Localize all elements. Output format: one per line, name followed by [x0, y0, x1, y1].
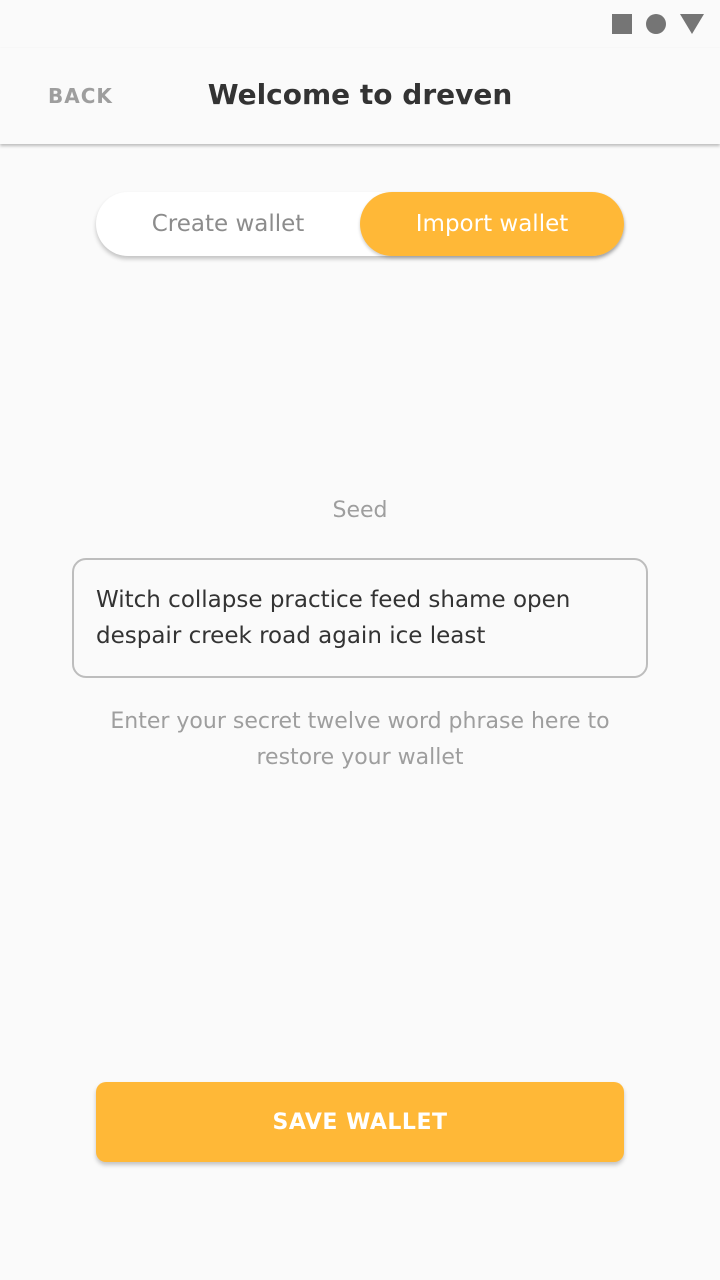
triangle-icon	[680, 14, 704, 34]
page-title: Welcome to dreven	[207, 78, 513, 111]
create-wallet-tab[interactable]: Create wallet	[96, 192, 360, 256]
app-bar: BACK Welcome to dreven	[0, 48, 720, 144]
wallet-mode-toggle: Create wallet Import wallet	[96, 192, 624, 256]
status-icons	[612, 14, 704, 34]
save-wallet-button[interactable]: SAVE WALLET	[96, 1082, 624, 1162]
seed-hint: Enter your secret twelve word phrase her…	[110, 709, 610, 770]
circle-icon	[646, 14, 666, 34]
seed-label: Seed	[332, 498, 388, 523]
square-icon	[612, 14, 632, 34]
seed-input[interactable]: Witch collapse practice feed shame open …	[72, 558, 648, 678]
status-bar	[0, 0, 720, 48]
import-wallet-tab[interactable]: Import wallet	[360, 192, 624, 256]
